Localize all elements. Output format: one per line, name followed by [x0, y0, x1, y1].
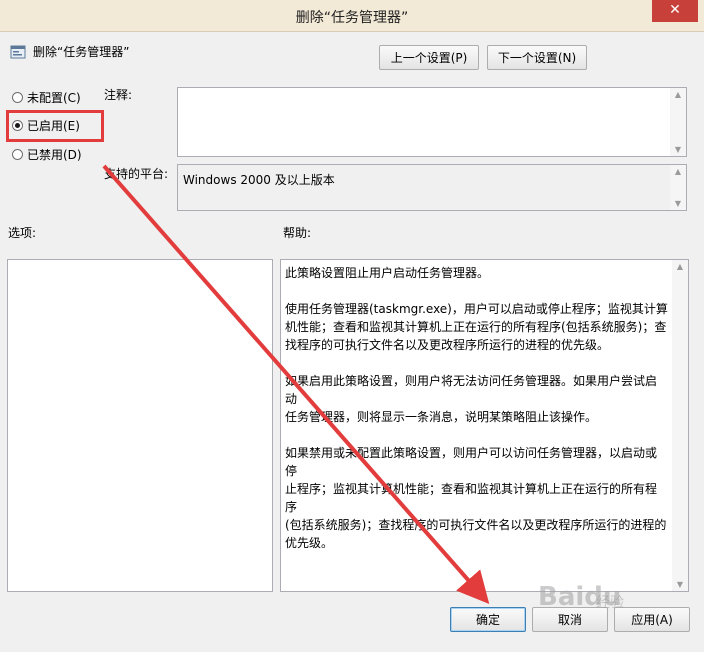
- radio-label: 未配置(C): [27, 90, 81, 105]
- window-title: 删除“任务管理器”: [295, 10, 409, 26]
- radio-disabled[interactable]: 已禁用(D): [12, 145, 82, 163]
- help-label: 帮助:: [283, 226, 312, 240]
- policy-name: 删除“任务管理器”: [33, 45, 130, 59]
- help-paragraph: 使用任务管理器(taskmgr.exe)，用户可以启动或停止程序；监视其计算 机…: [285, 302, 668, 352]
- scroll-up-icon[interactable]: ▲: [670, 90, 686, 99]
- title-bar: 删除“任务管理器” ✕: [0, 0, 704, 32]
- platform-scrollbar[interactable]: ▲ ▼: [670, 165, 686, 210]
- scroll-down-icon[interactable]: ▼: [672, 580, 688, 589]
- scroll-down-icon[interactable]: ▼: [670, 145, 686, 154]
- previous-setting-button[interactable]: 上一个设置(P): [379, 45, 479, 70]
- platform-field: Windows 2000 及以上版本 ▲ ▼: [177, 164, 687, 211]
- apply-button[interactable]: 应用(A): [614, 607, 690, 632]
- scroll-down-icon[interactable]: ▼: [670, 199, 686, 208]
- help-text: 此策略设置阻止用户启动任务管理器。 使用任务管理器(taskmgr.exe)，用…: [285, 264, 668, 570]
- help-panel: 此策略设置阻止用户启动任务管理器。 使用任务管理器(taskmgr.exe)，用…: [280, 259, 689, 592]
- scroll-up-icon[interactable]: ▲: [672, 262, 688, 271]
- platform-value: Windows 2000 及以上版本: [183, 173, 335, 187]
- comment-scrollbar[interactable]: ▲ ▼: [670, 88, 686, 156]
- help-scrollbar[interactable]: ▲ ▼: [672, 260, 688, 591]
- help-paragraph: 如果禁用或未配置此策略设置，则用户可以访问任务管理器，以启动或停 止程序；监视其…: [285, 446, 667, 550]
- radio-circle[interactable]: [12, 91, 23, 103]
- annotation-highlight-box: [6, 110, 104, 142]
- options-panel: [7, 259, 273, 592]
- options-label: 选项:: [8, 226, 37, 240]
- platform-label: 支持的平台:: [104, 167, 169, 181]
- comment-label: 注释:: [104, 88, 133, 102]
- ok-button[interactable]: 确定: [450, 607, 526, 632]
- next-setting-button[interactable]: 下一个设置(N): [487, 45, 587, 70]
- radio-label: 已禁用(D): [27, 147, 82, 162]
- radio-circle[interactable]: [12, 148, 23, 160]
- close-button[interactable]: ✕: [652, 0, 698, 22]
- policy-icon: [10, 45, 26, 59]
- radio-not-configured[interactable]: 未配置(C): [12, 88, 81, 106]
- scroll-up-icon[interactable]: ▲: [670, 167, 686, 176]
- help-paragraph: 此策略设置阻止用户启动任务管理器。: [285, 266, 490, 280]
- help-paragraph: 如果启用此策略设置，则用户将无法访问任务管理器。如果用户尝试启动 任务管理器，则…: [285, 374, 658, 424]
- comment-field[interactable]: ▲ ▼: [177, 87, 687, 157]
- watermark-sub: 经验: [596, 595, 624, 611]
